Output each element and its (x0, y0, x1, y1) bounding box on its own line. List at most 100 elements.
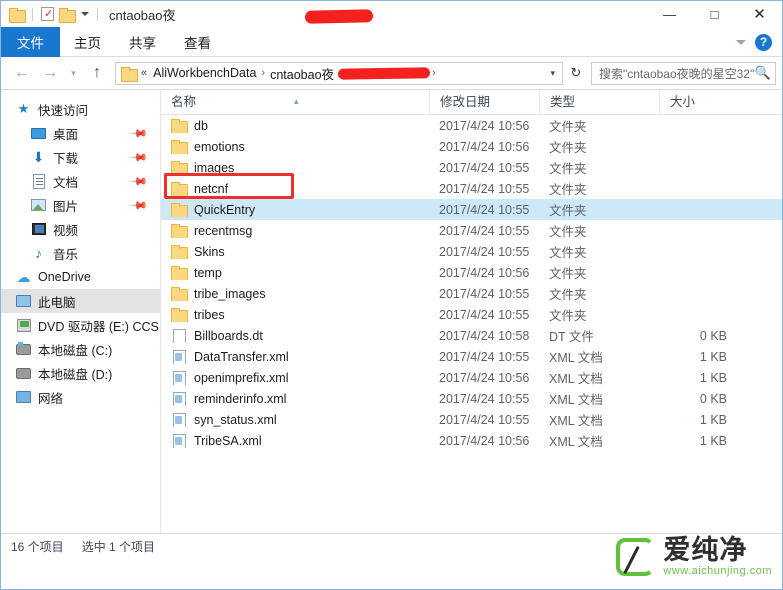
sidebar-item-onedrive[interactable]: ☁ OneDrive (1, 265, 160, 289)
table-row[interactable]: Billboards.dt 2017/4/24 10:58 DT 文件 0 KB (161, 325, 782, 346)
breadcrumb-item-0[interactable]: AliWorkbenchData (150, 66, 259, 80)
table-row[interactable]: TribeSA.xml 2017/4/24 10:56 XML 文档 1 KB (161, 430, 782, 451)
sidebar-item-dvd-drive[interactable]: DVD 驱动器 (E:) CCS (1, 313, 160, 337)
breadcrumb[interactable]: « AliWorkbenchData › cntaobao夜 › ▾ (115, 61, 563, 85)
file-name: images (194, 160, 235, 175)
table-row[interactable]: emotions 2017/4/24 10:56 文件夹 (161, 136, 782, 157)
sidebar-item-downloads[interactable]: ⬇ 下载 📌 (1, 145, 160, 169)
music-icon: ♪ (35, 245, 42, 261)
sidebar-item-local-disk-d[interactable]: 本地磁盘 (D:) (1, 361, 160, 385)
file-icon (171, 328, 187, 343)
search-input[interactable]: 搜索"cntaobao夜晚的星空32" (599, 65, 755, 82)
recent-locations-icon[interactable]: ▾ (65, 60, 82, 86)
quick-access-toolbar: ✓ (9, 7, 101, 23)
xml-file-icon (171, 370, 187, 385)
file-name-cell: Skins (161, 244, 429, 259)
file-name: syn_status.xml (194, 412, 277, 427)
title-bar: ✓ cntaobao夜 — □ ✕ (1, 1, 782, 27)
folder-icon[interactable] (9, 7, 26, 23)
selection-count: 选中 1 个项目 (81, 539, 156, 554)
sidebar-item-quick-access[interactable]: ★ 快速访问 (1, 97, 160, 121)
breadcrumb-redaction (338, 67, 430, 80)
file-name: recentmsg (194, 223, 253, 238)
column-headers: 名称 ▴ 修改日期 类型 大小 (161, 90, 782, 115)
back-button[interactable]: ← (9, 60, 35, 86)
table-row[interactable]: QuickEntry 2017/4/24 10:55 文件夹 (161, 199, 782, 220)
forward-button[interactable]: → (37, 60, 63, 86)
chevron-down-icon[interactable] (736, 39, 746, 45)
properties-icon[interactable]: ✓ (41, 7, 54, 21)
column-header-size[interactable]: 大小 (659, 90, 739, 115)
column-header-type[interactable]: 类型 (539, 90, 659, 115)
tab-view[interactable]: 查看 (170, 27, 225, 57)
minimize-button[interactable]: — (647, 1, 692, 27)
refresh-icon[interactable]: ↻ (565, 62, 587, 85)
table-row[interactable]: tribes 2017/4/24 10:55 文件夹 (161, 304, 782, 325)
table-row[interactable]: reminderinfo.xml 2017/4/24 10:55 XML 文档 0 K… (161, 388, 782, 409)
sidebar-item-local-disk-c[interactable]: 本地磁盘 (C:) (1, 337, 160, 361)
file-name-cell: Billboards.dt (161, 328, 429, 343)
download-icon: ⬇ (32, 149, 45, 165)
search-box[interactable]: 搜索"cntaobao夜晚的星空32" 🔍 (591, 61, 776, 85)
pin-icon[interactable]: 📌 (130, 196, 149, 215)
address-dropdown-icon[interactable]: ▾ (545, 68, 560, 79)
file-type-cell: DT 文件 (549, 330, 594, 344)
tab-file[interactable]: 文件 (1, 27, 60, 57)
sidebar-label: 网络 (38, 391, 64, 406)
breadcrumb-separator-2: › (432, 67, 436, 79)
sidebar-item-music[interactable]: ♪ 音乐 (1, 241, 160, 265)
pictures-icon (30, 197, 47, 213)
file-size-cell: 0 KB (699, 391, 727, 406)
table-row[interactable]: db 2017/4/24 10:56 文件夹 (161, 115, 782, 136)
pin-icon[interactable]: 📌 (130, 124, 149, 143)
file-type-cell: 文件夹 (549, 204, 587, 218)
tab-home[interactable]: 主页 (60, 27, 115, 57)
table-row[interactable]: DataTransfer.xml 2017/4/24 10:55 XML 文档 1 K… (161, 346, 782, 367)
sidebar-label: 本地磁盘 (C:) (38, 343, 113, 358)
table-row[interactable]: openimprefix.xml 2017/4/24 10:56 XML 文档 1 K… (161, 367, 782, 388)
close-button[interactable]: ✕ (737, 1, 782, 27)
xml-file-icon (171, 433, 187, 448)
pin-icon[interactable]: 📌 (130, 148, 149, 167)
table-row[interactable]: recentmsg 2017/4/24 10:55 文件夹 (161, 220, 782, 241)
up-button[interactable]: ↑ (84, 60, 110, 86)
sidebar-item-videos[interactable]: 视频 (1, 217, 160, 241)
file-type-cell: 文件夹 (549, 267, 587, 281)
sidebar-item-network[interactable]: 网络 (1, 385, 160, 409)
file-type-cell: 文件夹 (549, 225, 587, 239)
status-bar: 16 个项目 选中 1 个项目 (1, 533, 782, 558)
file-rows: db 2017/4/24 10:56 文件夹 emotions 2017/4/24 10… (161, 115, 782, 451)
column-header-date[interactable]: 修改日期 (429, 90, 539, 115)
sidebar-item-this-pc[interactable]: 此电脑 (1, 289, 160, 313)
new-folder-icon[interactable] (59, 7, 76, 23)
disk-icon (15, 365, 32, 381)
sidebar-item-pictures[interactable]: 图片 📌 (1, 193, 160, 217)
maximize-button[interactable]: □ (692, 1, 737, 27)
file-date-cell: 2017/4/24 10:55 (439, 223, 530, 238)
table-row[interactable]: syn_status.xml 2017/4/24 10:55 XML 文档 1 KB (161, 409, 782, 430)
file-date-cell: 2017/4/24 10:55 (439, 391, 530, 406)
breadcrumb-overflow-icon[interactable]: « (136, 67, 150, 79)
table-row[interactable]: images 2017/4/24 10:55 文件夹 (161, 157, 782, 178)
sidebar-item-documents[interactable]: 文档 📌 (1, 169, 160, 193)
pin-icon[interactable]: 📌 (130, 172, 149, 191)
folder-icon (171, 118, 188, 133)
table-row[interactable]: netcnf 2017/4/24 10:55 文件夹 (161, 178, 782, 199)
file-name-cell: TribeSA.xml (161, 433, 429, 448)
file-date-cell: 2017/4/24 10:58 (439, 328, 530, 343)
search-icon[interactable]: 🔍 (755, 65, 771, 81)
file-date-cell: 2017/4/24 10:56 (439, 265, 530, 280)
breadcrumb-item-1[interactable]: cntaobao夜 (267, 64, 337, 83)
sidebar-item-desktop[interactable]: 桌面 📌 (1, 121, 160, 145)
table-row[interactable]: temp 2017/4/24 10:56 文件夹 (161, 262, 782, 283)
sidebar-label: 本地磁盘 (D:) (38, 367, 113, 382)
file-date-cell: 2017/4/24 10:55 (439, 307, 530, 322)
help-icon[interactable]: ? (755, 33, 772, 51)
column-header-name[interactable]: 名称 ▴ (161, 90, 429, 115)
table-row[interactable]: tribe_images 2017/4/24 10:55 文件夹 (161, 283, 782, 304)
file-type-cell: XML 文档 (549, 414, 603, 428)
customize-caret-icon[interactable] (81, 12, 89, 16)
file-name-cell: db (161, 118, 429, 133)
table-row[interactable]: Skins 2017/4/24 10:55 文件夹 (161, 241, 782, 262)
tab-share[interactable]: 共享 (115, 27, 170, 57)
